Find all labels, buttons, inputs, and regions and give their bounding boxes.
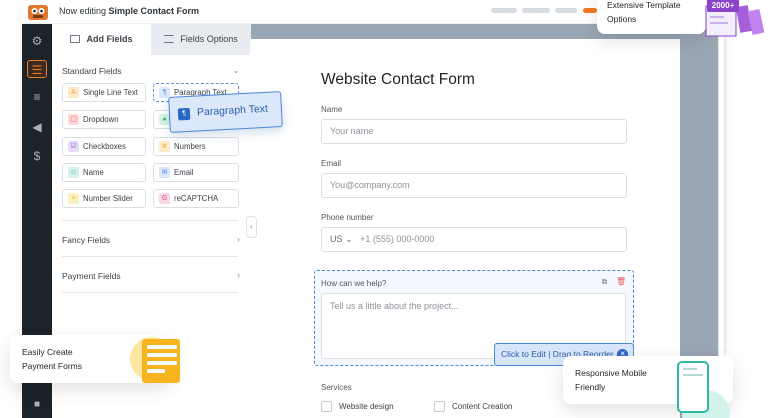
form-name: Simple Contact Form bbox=[108, 6, 200, 16]
mobile-phone-illustration bbox=[677, 361, 730, 418]
sliders-icon bbox=[164, 35, 175, 43]
field-number-slider[interactable]: ≡ Number Slider bbox=[62, 189, 146, 208]
trash-icon[interactable]: 🗑 bbox=[616, 277, 626, 287]
mail-icon: ✉ bbox=[159, 167, 170, 178]
email-label: Email bbox=[321, 159, 342, 168]
hash-icon: # bbox=[159, 141, 170, 152]
top-action-placeholder[interactable] bbox=[522, 8, 550, 13]
tab-add-fields[interactable]: Add Fields bbox=[52, 24, 151, 55]
help-icon[interactable]: ■ bbox=[27, 396, 47, 414]
field-recaptcha[interactable]: GreCAPTCHA bbox=[153, 189, 239, 208]
paragraph-icon: ¶ bbox=[159, 87, 170, 98]
dollar-icon[interactable]: $ bbox=[27, 147, 47, 165]
payment-form-illustration bbox=[130, 337, 180, 383]
top-action-placeholder[interactable] bbox=[555, 8, 577, 13]
service-option-label: Website design bbox=[339, 402, 394, 411]
dragging-field-label: Paragraph Text bbox=[196, 102, 269, 119]
payment-fields-heading[interactable]: Payment Fields bbox=[62, 271, 121, 281]
chevron-down-icon: ⌄ bbox=[345, 234, 353, 244]
section-divider bbox=[62, 220, 238, 221]
standard-fields-heading[interactable]: Standard Fields bbox=[62, 66, 122, 76]
text-icon: A bbox=[68, 87, 79, 98]
templates-count-badge: 2000+ bbox=[707, 0, 739, 12]
phone-label: Phone number bbox=[321, 213, 374, 222]
dragging-field-card[interactable]: ¶ Paragraph Text bbox=[168, 91, 283, 133]
services-label: Services bbox=[321, 383, 352, 392]
checkbox-icon: ☑ bbox=[68, 141, 79, 152]
field-label: Dropdown bbox=[83, 115, 119, 124]
field-label: Checkboxes bbox=[83, 142, 126, 151]
templates-callout-line2: Options bbox=[607, 14, 637, 24]
field-numbers[interactable]: # Numbers bbox=[153, 137, 239, 156]
templates-callout: Extensive Template Options bbox=[597, 0, 706, 34]
help-label: How can we help? bbox=[321, 279, 387, 288]
service-option-label: Content Creation bbox=[452, 402, 513, 411]
panel-tabs: Add Fields Fields Options bbox=[52, 24, 251, 55]
save-button[interactable] bbox=[583, 8, 597, 13]
wpforms-logo-icon bbox=[28, 5, 48, 20]
tab-fields-options[interactable]: Fields Options bbox=[151, 24, 251, 55]
tab-add-fields-label: Add Fields bbox=[86, 34, 133, 44]
duplicate-icon[interactable]: ⧉ bbox=[600, 277, 609, 287]
phone-placeholder: +1 (555) 000-0000 bbox=[360, 234, 435, 244]
country-code-select[interactable]: US bbox=[330, 234, 343, 244]
field-label: Single Line Text bbox=[83, 88, 138, 97]
field-name[interactable]: ☺ Name bbox=[62, 163, 146, 182]
slider-icon: ≡ bbox=[68, 193, 79, 204]
fancy-fields-heading[interactable]: Fancy Fields bbox=[62, 235, 110, 245]
field-label: Numbers bbox=[174, 142, 206, 151]
name-input[interactable]: Your name bbox=[321, 119, 627, 144]
section-divider bbox=[62, 292, 238, 293]
field-label: Number Slider bbox=[83, 194, 133, 203]
user-icon: ☺ bbox=[68, 167, 79, 178]
list-icon bbox=[70, 35, 81, 43]
google-icon: G bbox=[159, 193, 170, 204]
fields-icon[interactable]: ☰ bbox=[27, 60, 47, 78]
name-label: Name bbox=[321, 105, 343, 114]
stacked-page-edge bbox=[724, 24, 727, 354]
chevron-right-icon[interactable]: › bbox=[237, 234, 240, 244]
chevron-down-icon[interactable]: ⌄ bbox=[232, 65, 240, 76]
sliders-icon[interactable]: ≡ bbox=[27, 88, 47, 106]
email-input[interactable]: You@company.com bbox=[321, 173, 627, 198]
editing-prefix: Now editing bbox=[59, 6, 107, 16]
field-label: Name bbox=[83, 168, 104, 177]
collapse-panel-button[interactable]: ‹ bbox=[246, 216, 257, 238]
service-checkbox[interactable] bbox=[321, 401, 332, 412]
field-single-line-text[interactable]: A Single Line Text bbox=[62, 83, 146, 102]
top-action-placeholder[interactable] bbox=[491, 8, 517, 13]
field-checkboxes[interactable]: ☑ Checkboxes bbox=[62, 137, 146, 156]
gear-icon[interactable]: ⚙ bbox=[27, 32, 47, 50]
megaphone-icon[interactable]: ◀ bbox=[27, 118, 47, 136]
form-title: Website Contact Form bbox=[321, 71, 475, 88]
field-dropdown[interactable]: ▢ Dropdown bbox=[62, 110, 146, 129]
service-checkbox[interactable] bbox=[434, 401, 445, 412]
field-email[interactable]: ✉ Email bbox=[153, 163, 239, 182]
tab-fields-options-label: Fields Options bbox=[180, 34, 238, 44]
templates-callout-line1: Extensive Template bbox=[607, 0, 681, 10]
field-label: Email bbox=[174, 168, 194, 177]
field-label: reCAPTCHA bbox=[174, 194, 219, 203]
phone-input[interactable]: US ⌄ +1 (555) 000-0000 bbox=[321, 227, 627, 252]
paragraph-icon: ¶ bbox=[177, 107, 191, 121]
dropdown-icon: ▢ bbox=[68, 114, 79, 125]
editing-title: Now editing Simple Contact Form bbox=[59, 6, 199, 16]
chevron-right-icon[interactable]: › bbox=[237, 270, 240, 280]
section-divider bbox=[62, 256, 238, 257]
